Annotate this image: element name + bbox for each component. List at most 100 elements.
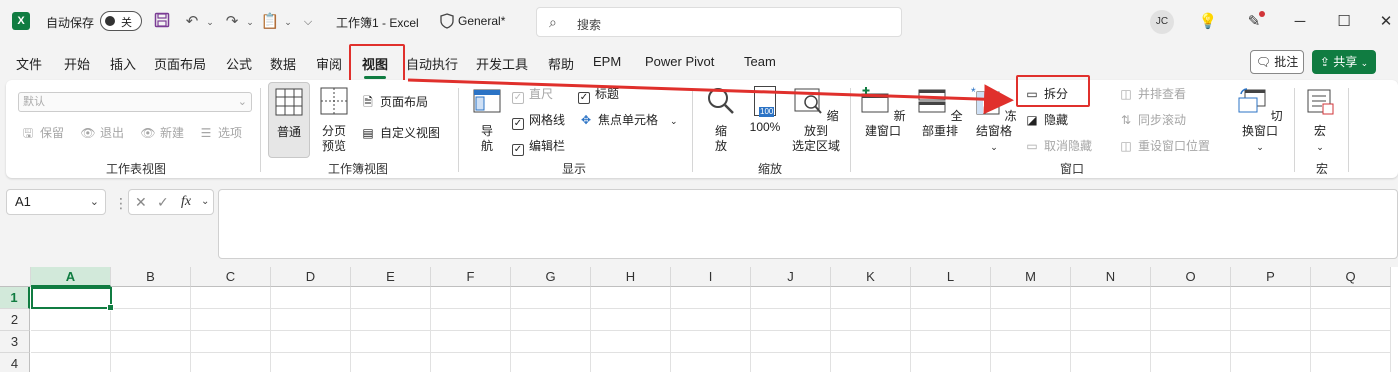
column-header-h[interactable]: H: [591, 267, 671, 287]
cell-n2[interactable]: [1071, 309, 1151, 331]
custom-views-button[interactable]: ▤ 自定义视图: [360, 123, 440, 143]
cell-g1[interactable]: [511, 287, 591, 309]
arrange-all-button[interactable]: 全部重排: [912, 86, 968, 139]
cell-c2[interactable]: [191, 309, 271, 331]
new-view-button[interactable]: 👁 新建: [140, 123, 184, 143]
unhide-button[interactable]: ▭ 取消隐藏: [1024, 136, 1092, 156]
column-header-p[interactable]: P: [1231, 267, 1311, 287]
row-header-2[interactable]: 2: [0, 309, 30, 331]
cell-l1[interactable]: [911, 287, 991, 309]
tab-developer[interactable]: 开发工具: [476, 54, 528, 73]
cell-l2[interactable]: [911, 309, 991, 331]
cell-f3[interactable]: [431, 331, 511, 353]
reset-position-button[interactable]: ◫ 重设窗口位置: [1118, 136, 1210, 156]
cell-p4[interactable]: [1231, 353, 1311, 372]
cell-k1[interactable]: [831, 287, 911, 309]
tab-team[interactable]: Team: [744, 54, 776, 69]
cell-p1[interactable]: [1231, 287, 1311, 309]
column-header-e[interactable]: E: [351, 267, 431, 287]
formula-bar-checkbox[interactable]: ✓ 编辑栏: [512, 136, 565, 156]
cell-h4[interactable]: [591, 353, 671, 372]
cell-o2[interactable]: [1151, 309, 1231, 331]
column-header-a[interactable]: A: [31, 267, 111, 287]
column-header-k[interactable]: K: [831, 267, 911, 287]
comments-button[interactable]: 🗨 批注: [1250, 50, 1304, 74]
column-header-j[interactable]: J: [751, 267, 831, 287]
cell-q1[interactable]: [1311, 287, 1391, 309]
cell-j3[interactable]: [751, 331, 831, 353]
cell-a4[interactable]: [31, 353, 111, 372]
column-header-l[interactable]: L: [911, 267, 991, 287]
cell-l3[interactable]: [911, 331, 991, 353]
cell-q3[interactable]: [1311, 331, 1391, 353]
column-header-d[interactable]: D: [271, 267, 351, 287]
tab-power-pivot[interactable]: Power Pivot: [645, 54, 714, 69]
cell-p3[interactable]: [1231, 331, 1311, 353]
name-box[interactable]: A1 ⌄: [6, 189, 106, 215]
cell-b3[interactable]: [111, 331, 191, 353]
cell-c1[interactable]: [191, 287, 271, 309]
customize-qat-icon[interactable]: ⌵: [298, 12, 318, 32]
cell-o4[interactable]: [1151, 353, 1231, 372]
gridlines-checkbox[interactable]: ✓ 网格线: [512, 110, 565, 130]
lightbulb-icon[interactable]: 💡: [1196, 10, 1220, 34]
select-all-corner[interactable]: [0, 267, 31, 287]
maximize-icon[interactable]: ☐: [1332, 10, 1356, 34]
freeze-panes-button[interactable]: * 冻结窗格 ⌄: [968, 85, 1020, 155]
cell-o1[interactable]: [1151, 287, 1231, 309]
new-window-button[interactable]: 新建窗口: [856, 86, 910, 139]
page-break-preview-button[interactable]: 分页 预览: [314, 86, 354, 154]
view-options-button[interactable]: ☰ 选项: [198, 123, 242, 143]
tab-insert[interactable]: 插入: [110, 54, 136, 73]
row-header-1[interactable]: 1: [0, 287, 30, 309]
cell-k2[interactable]: [831, 309, 911, 331]
avatar[interactable]: JC: [1150, 10, 1174, 34]
minimize-icon[interactable]: ─: [1288, 10, 1312, 34]
insert-function-button[interactable]: fx: [181, 190, 191, 214]
cell-b1[interactable]: [111, 287, 191, 309]
column-header-c[interactable]: C: [191, 267, 271, 287]
zoom-100-button[interactable]: 100 100%: [744, 86, 786, 135]
cell-p2[interactable]: [1231, 309, 1311, 331]
cell-q4[interactable]: [1311, 353, 1391, 372]
cell-f4[interactable]: [431, 353, 511, 372]
cell-c4[interactable]: [191, 353, 271, 372]
redo-icon[interactable]: ↷: [222, 12, 242, 32]
close-icon[interactable]: ✕: [1374, 10, 1398, 34]
cell-q2[interactable]: [1311, 309, 1391, 331]
cell-k3[interactable]: [831, 331, 911, 353]
cell-e2[interactable]: [351, 309, 431, 331]
cell-a2[interactable]: [31, 309, 111, 331]
cell-g4[interactable]: [511, 353, 591, 372]
chevron-down-icon[interactable]: ⌄: [201, 190, 209, 214]
cell-f2[interactable]: [431, 309, 511, 331]
cancel-icon[interactable]: ✕: [135, 190, 147, 214]
column-header-b[interactable]: B: [111, 267, 191, 287]
undo-dropdown-icon[interactable]: ⌄: [200, 12, 220, 32]
check-icon[interactable]: ✓: [157, 190, 169, 214]
zoom-button[interactable]: 缩 放: [704, 86, 738, 154]
undo-icon[interactable]: ↶: [182, 12, 202, 32]
cell-i3[interactable]: [671, 331, 751, 353]
cell-h2[interactable]: [591, 309, 671, 331]
column-header-g[interactable]: G: [511, 267, 591, 287]
tab-file[interactable]: 文件: [16, 54, 42, 73]
switch-windows-button[interactable]: 切换窗口 ⌄: [1232, 86, 1288, 155]
cell-h1[interactable]: [591, 287, 671, 309]
cell-e1[interactable]: [351, 287, 431, 309]
side-by-side-button[interactable]: ◫ 并排查看: [1118, 84, 1186, 104]
column-header-n[interactable]: N: [1071, 267, 1151, 287]
cell-m2[interactable]: [991, 309, 1071, 331]
paste-icon[interactable]: 📋: [260, 12, 280, 32]
cell-e4[interactable]: [351, 353, 431, 372]
cell-d4[interactable]: [271, 353, 351, 372]
cell-b4[interactable]: [111, 353, 191, 372]
sensitivity-label[interactable]: General*: [458, 14, 505, 28]
more-options-icon[interactable]: ⋮: [114, 195, 128, 212]
sync-scroll-button[interactable]: ⇅ 同步滚动: [1118, 110, 1186, 130]
paste-dropdown-icon[interactable]: ⌄: [278, 12, 298, 32]
row-header-4[interactable]: 4: [0, 353, 30, 372]
cell-i1[interactable]: [671, 287, 751, 309]
cell-j1[interactable]: [751, 287, 831, 309]
page-layout-view-button[interactable]: 🗎 页面布局: [360, 92, 428, 112]
